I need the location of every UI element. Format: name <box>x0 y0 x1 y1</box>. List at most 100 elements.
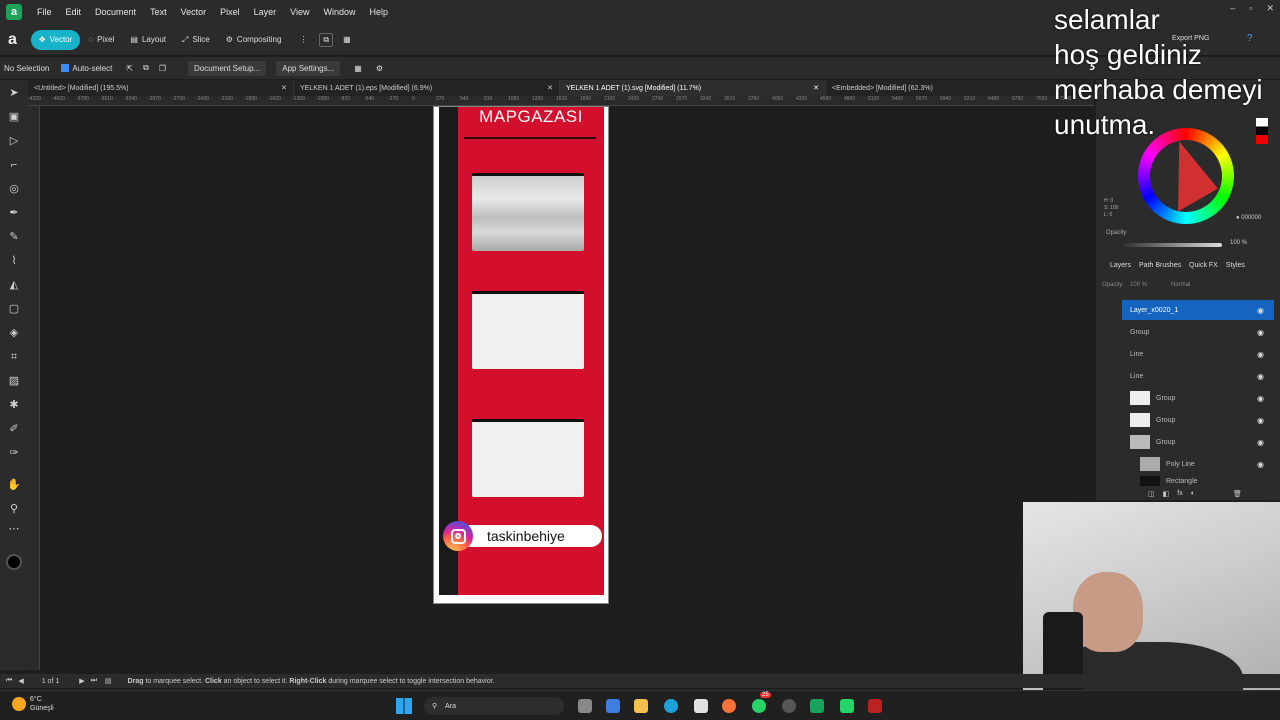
menu-document[interactable]: Document <box>88 7 143 17</box>
more-tools-icon[interactable]: ⋯ <box>7 522 21 536</box>
product-card-empty-1[interactable] <box>472 291 584 369</box>
image-tool-icon[interactable]: ▨ <box>7 374 21 388</box>
zoom-tool-icon[interactable]: ⚲ <box>7 502 21 516</box>
artboard-tool-icon[interactable]: ▣ <box>7 110 21 124</box>
tab-embedded[interactable]: <Embedded> [Modified] (62.3%) ✕ <box>826 80 1092 96</box>
search-box[interactable]: ⚲ Ara <box>424 697 564 715</box>
snapping-icon[interactable]: ⧉ <box>319 32 334 47</box>
tab-untitled[interactable]: <Untitled> [Modified] (195.5%) ✕ <box>28 80 294 96</box>
node-tool-icon[interactable]: ▷ <box>7 134 21 148</box>
picker-tool-icon[interactable]: ✑ <box>7 446 21 460</box>
tab-quick-fx[interactable]: Quick FX <box>1189 262 1218 269</box>
banner-red-background[interactable]: MAPGAZASI <box>458 107 604 595</box>
close-icon[interactable]: ✕ <box>547 84 553 92</box>
widgets-icon[interactable] <box>606 699 620 713</box>
prev-page-icon[interactable]: ◀ <box>18 677 23 685</box>
product-card-empty-2[interactable] <box>472 419 584 497</box>
menu-window[interactable]: Window <box>316 7 362 17</box>
select-mode-icon[interactable]: ⇱ <box>126 64 133 73</box>
tab-layers[interactable]: Layers <box>1110 262 1131 269</box>
gear-icon[interactable]: ⚙ <box>376 64 383 73</box>
document-artboard[interactable]: MAPGAZASI taskinbehiye <box>433 106 609 604</box>
affinity-designer-icon[interactable] <box>810 699 824 713</box>
document-setup-button[interactable]: Document Setup... <box>187 60 267 76</box>
grid-settings-icon[interactable]: ▦ <box>354 64 362 73</box>
copy-icon[interactable]: ⧉ <box>143 63 149 73</box>
adjustment-icon[interactable]: ◐ <box>1191 490 1195 500</box>
visibility-eye-icon[interactable]: ◉ <box>1257 394 1264 403</box>
winrar-icon[interactable] <box>868 699 882 713</box>
rectangle-tool-icon[interactable]: ▢ <box>7 302 21 316</box>
menu-view[interactable]: View <box>283 7 316 17</box>
close-icon[interactable]: ✕ <box>813 84 819 92</box>
menu-vector[interactable]: Vector <box>174 7 214 17</box>
pencil-tool-icon[interactable]: ✎ <box>7 230 21 244</box>
next-page-icon[interactable]: ▶ <box>79 677 84 685</box>
visibility-eye-icon[interactable]: ◉ <box>1257 460 1264 469</box>
task-view-icon[interactable] <box>578 699 592 713</box>
contour-tool-icon[interactable]: ◎ <box>7 182 21 196</box>
blend-mode[interactable]: Normal <box>1171 282 1190 288</box>
menu-edit[interactable]: Edit <box>59 7 89 17</box>
menu-file[interactable]: File <box>30 7 59 17</box>
obs-icon[interactable] <box>782 699 796 713</box>
fill-tool-icon[interactable]: ◭ <box>7 278 21 292</box>
opacity-value[interactable]: 100 % <box>1230 240 1247 246</box>
shape-tool-icon[interactable]: ◈ <box>7 326 21 340</box>
canvas[interactable]: MAPGAZASI taskinbehiye <box>40 106 1094 670</box>
paste-icon[interactable]: ❐ <box>159 64 166 73</box>
menu-layer[interactable]: Layer <box>247 7 284 17</box>
more-icon[interactable]: ⋮ <box>299 35 307 44</box>
persona-vector[interactable]: ✥ Vector <box>30 29 81 50</box>
close-icon[interactable]: ✕ <box>281 84 287 92</box>
tab-yelken-eps[interactable]: YELKEN 1 ADET (1).eps [Modified] (6.9%) … <box>294 80 560 96</box>
tab-path-brushes[interactable]: Path Brushes <box>1139 262 1181 269</box>
layer-row[interactable]: Line ◉ <box>1122 366 1274 386</box>
firefox-icon[interactable] <box>722 699 736 713</box>
file-explorer-icon[interactable] <box>634 699 648 713</box>
first-page-icon[interactable]: ⏮ <box>6 677 12 685</box>
grid-icon[interactable]: ▦ <box>343 35 351 44</box>
layer-row[interactable]: Group ◉ <box>1122 388 1274 408</box>
layer-row[interactable]: Poly Line ◉ <box>1132 454 1274 474</box>
tab-styles[interactable]: Styles <box>1226 262 1245 269</box>
visibility-eye-icon[interactable]: ◉ <box>1257 350 1264 359</box>
color-swatch-icon[interactable] <box>6 554 22 570</box>
last-page-icon[interactable]: ⏭ <box>91 677 97 685</box>
move-tool-icon[interactable]: ➤ <box>7 86 21 100</box>
auto-select-checkbox[interactable]: Auto-select <box>61 64 112 73</box>
menu-text[interactable]: Text <box>143 7 174 17</box>
visibility-eye-icon[interactable]: ◉ <box>1257 416 1264 425</box>
add-layer-icon[interactable]: ◫ <box>1148 490 1155 500</box>
layer-row[interactable]: Line ◉ <box>1122 344 1274 364</box>
persona-compositing[interactable]: ⚙ Compositing <box>218 30 290 50</box>
layer-row[interactable]: Group ◉ <box>1122 432 1274 452</box>
layer-row[interactable]: Group ◉ <box>1122 410 1274 430</box>
store-icon[interactable] <box>694 699 708 713</box>
fx-icon[interactable]: fx <box>1177 490 1182 500</box>
pages-icon[interactable]: ▤ <box>105 677 112 685</box>
layer-row[interactable]: Group ◉ <box>1122 322 1274 342</box>
tab-yelken-svg[interactable]: YELKEN 1 ADET (1).svg [Modified] (11.7%)… <box>560 80 826 96</box>
visibility-eye-icon[interactable]: ◉ <box>1257 438 1264 447</box>
opacity-slider[interactable] <box>1124 243 1222 247</box>
hex-value[interactable]: ● 000000 <box>1236 215 1261 221</box>
eyedropper-tool-icon[interactable]: ✐ <box>7 422 21 436</box>
transparency-tool-icon[interactable]: ✱ <box>7 398 21 412</box>
persona-pixel[interactable]: ◌ Pixel <box>80 30 122 50</box>
mask-icon[interactable]: ◧ <box>1163 490 1170 500</box>
pen-tool-icon[interactable]: ✒ <box>7 206 21 220</box>
delete-icon[interactable]: 🗑 <box>1233 490 1242 500</box>
phone-icon[interactable] <box>840 699 854 713</box>
layer-row[interactable]: Rectangle <box>1132 476 1274 486</box>
menu-pixel[interactable]: Pixel <box>213 7 247 17</box>
visibility-eye-icon[interactable]: ◉ <box>1257 328 1264 337</box>
corner-tool-icon[interactable]: ⌐ <box>7 158 21 172</box>
weather-widget[interactable]: 6°C Güneşli <box>12 695 54 713</box>
menu-help[interactable]: Help <box>363 7 396 17</box>
persona-layout[interactable]: ▤ Layout <box>122 30 174 50</box>
visibility-eye-icon[interactable]: ◉ <box>1257 306 1264 315</box>
edge-icon[interactable] <box>664 699 678 713</box>
close-icon[interactable]: ✕ <box>1266 3 1274 14</box>
app-settings-button[interactable]: App Settings... <box>276 60 341 76</box>
